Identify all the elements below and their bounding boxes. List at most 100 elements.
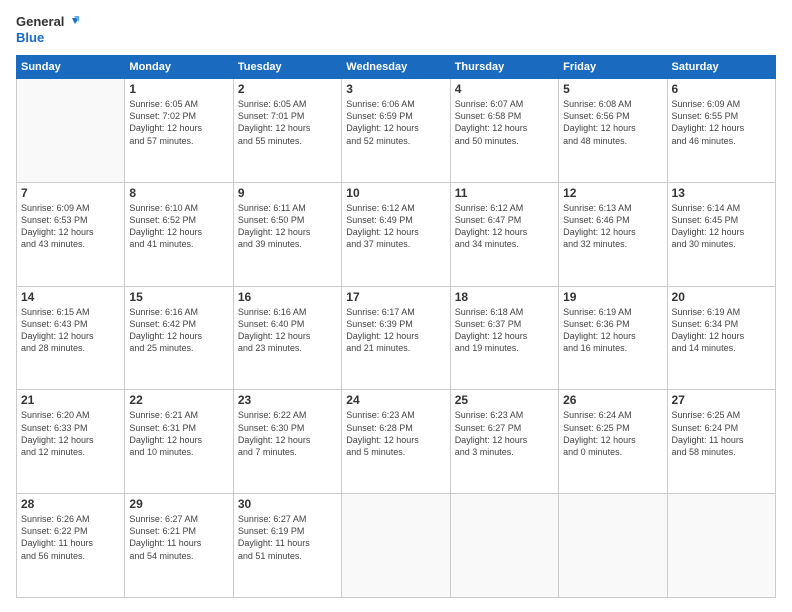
calendar-day-cell: 8 Sunrise: 6:10 AM Sunset: 6:52 PM Daylig…	[125, 182, 233, 286]
day-header-saturday: Saturday	[667, 56, 775, 79]
day-info: Sunrise: 6:20 AM Sunset: 6:33 PM Dayligh…	[21, 409, 120, 458]
day-info: Sunrise: 6:05 AM Sunset: 7:01 PM Dayligh…	[238, 98, 337, 147]
calendar-day-cell: 18 Sunrise: 6:18 AM Sunset: 6:37 PM Dayli…	[450, 286, 558, 390]
day-number: 15	[129, 290, 228, 304]
empty-cell	[17, 79, 125, 183]
day-header-monday: Monday	[125, 56, 233, 79]
day-number: 22	[129, 393, 228, 407]
day-info: Sunrise: 6:24 AM Sunset: 6:25 PM Dayligh…	[563, 409, 662, 458]
day-number: 14	[21, 290, 120, 304]
day-info: Sunrise: 6:26 AM Sunset: 6:22 PM Dayligh…	[21, 513, 120, 562]
day-info: Sunrise: 6:23 AM Sunset: 6:27 PM Dayligh…	[455, 409, 554, 458]
day-number: 11	[455, 186, 554, 200]
day-number: 26	[563, 393, 662, 407]
day-info: Sunrise: 6:09 AM Sunset: 6:53 PM Dayligh…	[21, 202, 120, 251]
calendar-day-cell: 14 Sunrise: 6:15 AM Sunset: 6:43 PM Dayli…	[17, 286, 125, 390]
calendar-week-row: 1Sunrise: 6:05 AM Sunset: 7:02 PM Daylig…	[17, 79, 776, 183]
day-number: 21	[21, 393, 120, 407]
day-number: 3	[346, 82, 445, 96]
day-number: 4	[455, 82, 554, 96]
day-info: Sunrise: 6:21 AM Sunset: 6:31 PM Dayligh…	[129, 409, 228, 458]
calendar-day-cell: 28Sunrise: 6:26 AM Sunset: 6:22 PM Dayli…	[17, 494, 125, 598]
calendar-day-cell: 15 Sunrise: 6:16 AM Sunset: 6:42 PM Dayli…	[125, 286, 233, 390]
calendar-day-cell: 11 Sunrise: 6:12 AM Sunset: 6:47 PM Dayli…	[450, 182, 558, 286]
day-info: Sunrise: 6:15 AM Sunset: 6:43 PM Dayligh…	[21, 306, 120, 355]
calendar-day-cell: 19Sunrise: 6:19 AM Sunset: 6:36 PM Dayli…	[559, 286, 667, 390]
day-number: 2	[238, 82, 337, 96]
day-info: Sunrise: 6:25 AM Sunset: 6:24 PM Dayligh…	[672, 409, 771, 458]
calendar-day-cell: 7 Sunrise: 6:09 AM Sunset: 6:53 PM Daylig…	[17, 182, 125, 286]
day-number: 8	[129, 186, 228, 200]
day-number: 13	[672, 186, 771, 200]
calendar-day-cell: 25 Sunrise: 6:23 AM Sunset: 6:27 PM Dayli…	[450, 390, 558, 494]
day-info: Sunrise: 6:14 AM Sunset: 6:45 PM Dayligh…	[672, 202, 771, 251]
day-number: 23	[238, 393, 337, 407]
day-number: 9	[238, 186, 337, 200]
calendar-day-cell: 17 Sunrise: 6:17 AM Sunset: 6:39 PM Dayli…	[342, 286, 450, 390]
calendar-week-row: 21 Sunrise: 6:20 AM Sunset: 6:33 PM Dayli…	[17, 390, 776, 494]
day-info: Sunrise: 6:27 AM Sunset: 6:21 PM Dayligh…	[129, 513, 228, 562]
empty-cell	[342, 494, 450, 598]
day-number: 16	[238, 290, 337, 304]
logo: GeneralBlue	[16, 14, 79, 45]
day-number: 17	[346, 290, 445, 304]
calendar-day-cell: 30 Sunrise: 6:27 AM Sunset: 6:19 PM Dayli…	[233, 494, 341, 598]
day-info: Sunrise: 6:27 AM Sunset: 6:19 PM Dayligh…	[238, 513, 337, 562]
calendar-day-cell: 13 Sunrise: 6:14 AM Sunset: 6:45 PM Dayli…	[667, 182, 775, 286]
day-info: Sunrise: 6:12 AM Sunset: 6:49 PM Dayligh…	[346, 202, 445, 251]
day-info: Sunrise: 6:16 AM Sunset: 6:42 PM Dayligh…	[129, 306, 228, 355]
calendar-day-cell: 2 Sunrise: 6:05 AM Sunset: 7:01 PM Daylig…	[233, 79, 341, 183]
day-info: Sunrise: 6:06 AM Sunset: 6:59 PM Dayligh…	[346, 98, 445, 147]
calendar-day-cell: 24 Sunrise: 6:23 AM Sunset: 6:28 PM Dayli…	[342, 390, 450, 494]
day-number: 1	[129, 82, 228, 96]
day-number: 30	[238, 497, 337, 511]
day-info: Sunrise: 6:12 AM Sunset: 6:47 PM Dayligh…	[455, 202, 554, 251]
calendar-day-cell: 20 Sunrise: 6:19 AM Sunset: 6:34 PM Dayli…	[667, 286, 775, 390]
day-header-sunday: Sunday	[17, 56, 125, 79]
day-info: Sunrise: 6:10 AM Sunset: 6:52 PM Dayligh…	[129, 202, 228, 251]
empty-cell	[450, 494, 558, 598]
day-info: Sunrise: 6:19 AM Sunset: 6:34 PM Dayligh…	[672, 306, 771, 355]
calendar-day-cell: 1Sunrise: 6:05 AM Sunset: 7:02 PM Daylig…	[125, 79, 233, 183]
day-number: 18	[455, 290, 554, 304]
calendar-day-cell: 29Sunrise: 6:27 AM Sunset: 6:21 PM Dayli…	[125, 494, 233, 598]
day-info: Sunrise: 6:17 AM Sunset: 6:39 PM Dayligh…	[346, 306, 445, 355]
calendar-day-cell: 22 Sunrise: 6:21 AM Sunset: 6:31 PM Dayli…	[125, 390, 233, 494]
calendar-day-cell: 26 Sunrise: 6:24 AM Sunset: 6:25 PM Dayli…	[559, 390, 667, 494]
calendar-day-cell: 9 Sunrise: 6:11 AM Sunset: 6:50 PM Daylig…	[233, 182, 341, 286]
day-number: 6	[672, 82, 771, 96]
day-number: 20	[672, 290, 771, 304]
empty-cell	[559, 494, 667, 598]
day-number: 5	[563, 82, 662, 96]
calendar-day-cell: 23 Sunrise: 6:22 AM Sunset: 6:30 PM Dayli…	[233, 390, 341, 494]
calendar-week-row: 7 Sunrise: 6:09 AM Sunset: 6:53 PM Daylig…	[17, 182, 776, 286]
day-header-tuesday: Tuesday	[233, 56, 341, 79]
calendar-table: SundayMondayTuesdayWednesdayThursdayFrid…	[16, 55, 776, 598]
calendar-day-cell: 27 Sunrise: 6:25 AM Sunset: 6:24 PM Dayli…	[667, 390, 775, 494]
day-info: Sunrise: 6:11 AM Sunset: 6:50 PM Dayligh…	[238, 202, 337, 251]
day-header-wednesday: Wednesday	[342, 56, 450, 79]
calendar-day-cell: 21 Sunrise: 6:20 AM Sunset: 6:33 PM Dayli…	[17, 390, 125, 494]
calendar-day-cell: 4 Sunrise: 6:07 AM Sunset: 6:58 PM Daylig…	[450, 79, 558, 183]
empty-cell	[667, 494, 775, 598]
calendar-day-cell: 3 Sunrise: 6:06 AM Sunset: 6:59 PM Daylig…	[342, 79, 450, 183]
day-info: Sunrise: 6:18 AM Sunset: 6:37 PM Dayligh…	[455, 306, 554, 355]
day-info: Sunrise: 6:22 AM Sunset: 6:30 PM Dayligh…	[238, 409, 337, 458]
day-info: Sunrise: 6:16 AM Sunset: 6:40 PM Dayligh…	[238, 306, 337, 355]
day-info: Sunrise: 6:08 AM Sunset: 6:56 PM Dayligh…	[563, 98, 662, 147]
day-info: Sunrise: 6:19 AM Sunset: 6:36 PM Dayligh…	[563, 306, 662, 355]
day-number: 25	[455, 393, 554, 407]
day-info: Sunrise: 6:09 AM Sunset: 6:55 PM Dayligh…	[672, 98, 771, 147]
day-info: Sunrise: 6:23 AM Sunset: 6:28 PM Dayligh…	[346, 409, 445, 458]
page: GeneralBlue SundayMondayTuesdayWednesday…	[0, 0, 792, 612]
calendar-day-cell: 12Sunrise: 6:13 AM Sunset: 6:46 PM Dayli…	[559, 182, 667, 286]
calendar-header-row: SundayMondayTuesdayWednesdayThursdayFrid…	[17, 56, 776, 79]
day-number: 24	[346, 393, 445, 407]
calendar-week-row: 14 Sunrise: 6:15 AM Sunset: 6:43 PM Dayli…	[17, 286, 776, 390]
day-number: 27	[672, 393, 771, 407]
day-number: 7	[21, 186, 120, 200]
day-header-friday: Friday	[559, 56, 667, 79]
calendar-day-cell: 16 Sunrise: 6:16 AM Sunset: 6:40 PM Dayli…	[233, 286, 341, 390]
header: GeneralBlue	[16, 14, 776, 45]
day-info: Sunrise: 6:07 AM Sunset: 6:58 PM Dayligh…	[455, 98, 554, 147]
